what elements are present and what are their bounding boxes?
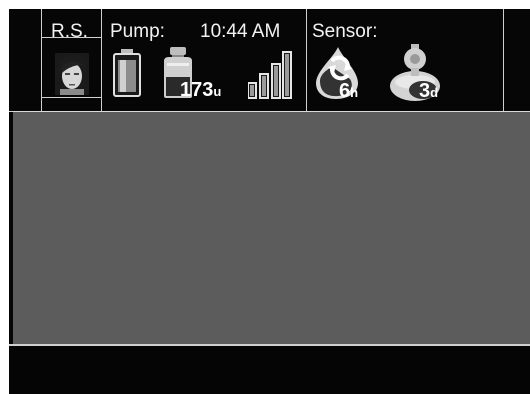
user-initials: R.S. [51, 21, 88, 42]
battery-icon[interactable] [113, 49, 141, 97]
calibration-hours-suffix: h [350, 85, 359, 100]
sensor-label: Sensor: [312, 21, 378, 42]
status-bar: R.S. Pump: 10:44 AM 173u Sensor: 6h 3d [9, 9, 530, 111]
pump-label: Pump: [110, 21, 165, 42]
pump-time: 10:44 AM [200, 21, 281, 42]
insulin-units-suffix: u [213, 84, 222, 99]
sensor-days-badge: 3d [419, 81, 438, 103]
status-footer [9, 346, 530, 394]
sensor-days-value: 3 [419, 80, 431, 102]
divider-user-pump [101, 9, 102, 111]
insulin-units-badge: 173u [180, 80, 221, 102]
avatar-icon[interactable] [55, 53, 89, 95]
calibration-hours-badge: 6h [339, 81, 358, 103]
calibration-hours-value: 6 [339, 80, 351, 102]
insulin-units-value: 173 [180, 79, 214, 101]
divider-sensor-right [503, 9, 504, 111]
divider-pump-sensor [306, 9, 307, 111]
sensor-days-suffix: d [430, 85, 439, 100]
pump-screen: R.S. Pump: 10:44 AM 173u Sensor: 6h 3d [9, 9, 530, 394]
glucose-graph-area[interactable] [13, 112, 530, 344]
signal-strength-icon[interactable] [248, 49, 292, 99]
divider-user-left [41, 9, 42, 111]
divider-user-photo [41, 97, 101, 98]
